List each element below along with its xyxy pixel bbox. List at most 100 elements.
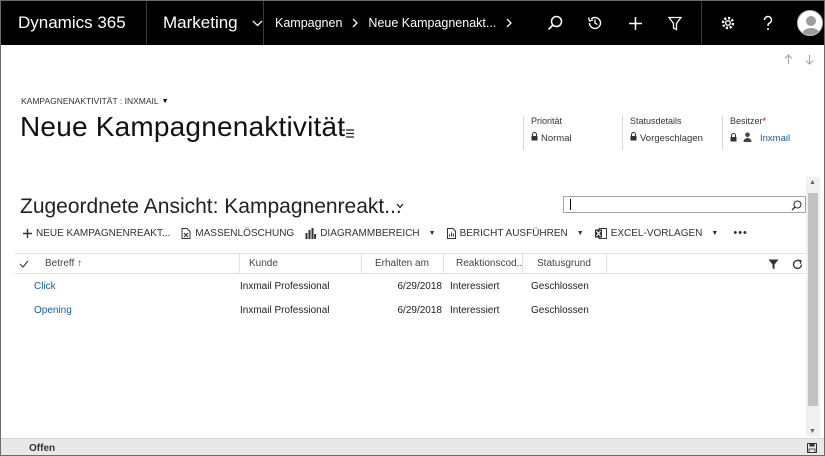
save-icon[interactable] (807, 443, 817, 455)
status-details-value: Vorgeschlagen (640, 132, 703, 144)
row-erhalten-am: 6/29/2018 (397, 304, 443, 316)
header-field-besitzer: Besitzer* Inxmail (722, 116, 802, 150)
command-label: BERICHT AUSFÜHREN (459, 227, 568, 239)
chevron-down-icon (252, 16, 263, 30)
module-switcher[interactable]: Marketing (147, 1, 264, 45)
breadcrumb: Kampagnen Neue Kampagnenakt... (264, 1, 535, 45)
scroll-up-icon[interactable]: ▲ (809, 179, 816, 186)
row-reaktionscode: Interessiert (450, 280, 500, 292)
refresh-icon[interactable] (792, 259, 803, 273)
filter-icon[interactable] (655, 1, 695, 45)
avatar[interactable] (788, 1, 824, 45)
field-label-row: Besitzer* (730, 116, 802, 126)
chevron-right-icon[interactable] (506, 16, 513, 31)
select-all-checkbox[interactable] (15, 253, 32, 274)
field-label: Priorität (531, 116, 563, 126)
row-statusgrund: Geschlossen (531, 304, 589, 316)
arrow-up-icon[interactable] (784, 53, 793, 68)
subgrid-view-title[interactable]: Zugeordnete Ansicht: Kampagnenreakt... (20, 195, 402, 219)
form-selector[interactable]: KAMPAGNENAKTIVITÄT : INXMAIL ▼ (21, 96, 169, 106)
command-label: DIAGRAMMBEREICH (320, 227, 420, 239)
chevron-right-icon (352, 16, 359, 31)
search-icon[interactable] (791, 198, 802, 216)
record-status: Offen (29, 442, 56, 454)
caret-down-icon: ▼ (428, 229, 436, 237)
nav-divider (701, 1, 702, 45)
table-row[interactable]: Click Inxmail Professional 6/29/2018 Int… (15, 274, 806, 298)
caret-down-icon: ▼ (576, 229, 584, 237)
field-value-row: Normal (531, 132, 613, 144)
chart-icon (305, 227, 317, 239)
top-nav-bar: Dynamics 365 Marketing Kampagnen Neue Ka… (1, 1, 824, 45)
chart-pane-button[interactable]: DIAGRAMMBEREICH ▼ (305, 227, 436, 239)
plus-icon[interactable] (615, 1, 655, 45)
form-selector-label: KAMPAGNENAKTIVITÄT : INXMAIL (21, 96, 159, 106)
subgrid-command-bar: NEUE KAMPAGNENREAKT... MASSENLÖSCHUNG DI… (23, 225, 759, 241)
row-erhalten-am: 6/29/2018 (397, 280, 443, 292)
view-selector-chevron-icon[interactable] (396, 200, 404, 212)
table-header-row: Betreff ↑ Kunde Erhalten am Reaktionscod… (15, 253, 806, 274)
breadcrumb-record[interactable]: Neue Kampagnenakt... (368, 16, 496, 30)
bulk-delete-icon (181, 227, 191, 239)
module-label: Marketing (163, 13, 238, 32)
row-kunde: Inxmail Professional (240, 304, 330, 316)
owner-link[interactable]: Inxmail (760, 133, 790, 144)
excel-icon (594, 227, 607, 239)
column-header-reaktionscode[interactable]: Reaktionscod... (444, 253, 523, 274)
lock-icon (630, 132, 637, 144)
plus-icon (23, 228, 32, 238)
lock-icon (531, 132, 538, 144)
page-title: Neue Kampagnenaktivität (20, 111, 346, 142)
title-menu-icon[interactable] (341, 125, 355, 143)
caret-down-icon: ▼ (161, 97, 169, 105)
subgrid-table: Betreff ↑ Kunde Erhalten am Reaktionscod… (15, 253, 806, 322)
breadcrumb-kampagnen[interactable]: Kampagnen (275, 16, 342, 30)
app-brand[interactable]: Dynamics 365 (1, 1, 147, 45)
arrow-down-icon[interactable] (805, 53, 814, 68)
lock-icon (730, 132, 737, 145)
header-field-prioritaet: Priorität Normal (523, 116, 613, 150)
run-report-button[interactable]: BERICHT AUSFÜHREN ▼ (446, 227, 584, 239)
row-reaktionscode: Interessiert (450, 304, 500, 316)
excel-templates-button[interactable]: EXCEL-VORLAGEN ▼ (594, 227, 719, 239)
field-label: Besitzer (730, 116, 763, 126)
report-icon (446, 227, 456, 239)
search-icon[interactable] (535, 1, 575, 45)
user-avatar-icon (797, 10, 823, 36)
command-label: EXCEL-VORLAGEN (610, 227, 703, 239)
column-header-kunde[interactable]: Kunde (240, 253, 362, 274)
status-footer: Offen (1, 438, 824, 455)
filter-icon[interactable] (768, 259, 779, 273)
caret-down-icon: ▼ (711, 229, 719, 237)
row-betreff-link[interactable]: Click (34, 281, 56, 292)
user-icon (743, 132, 752, 145)
more-commands-button[interactable]: ••• (733, 227, 748, 239)
record-navigation (784, 53, 814, 68)
scroll-down-icon[interactable]: ▼ (809, 428, 816, 435)
row-statusgrund: Geschlossen (531, 280, 589, 292)
more-icon: ••• (733, 227, 748, 239)
column-header-erhalten-am[interactable]: Erhalten am (362, 253, 444, 274)
table-row[interactable]: Opening Inxmail Professional 6/29/2018 I… (15, 298, 806, 322)
scrollbar-thumb[interactable] (808, 193, 818, 406)
field-value-row: Inxmail (730, 132, 802, 145)
field-label: Statusdetails (630, 116, 682, 126)
help-icon[interactable] (748, 1, 788, 45)
brand-label: Dynamics 365 (18, 13, 126, 32)
row-betreff-link[interactable]: Opening (34, 305, 72, 316)
recent-history-icon[interactable] (575, 1, 615, 45)
priority-value: Normal (541, 132, 572, 144)
row-kunde: Inxmail Professional (240, 280, 330, 292)
vertical-scrollbar[interactable]: ▲ ▼ (806, 177, 820, 437)
header-field-statusdetails: Statusdetails Vorgeschlagen (622, 116, 704, 150)
new-campaign-response-button[interactable]: NEUE KAMPAGNENREAKT... (23, 228, 170, 239)
field-value-row: Vorgeschlagen (630, 132, 704, 144)
command-label: NEUE KAMPAGNENREAKT... (36, 227, 171, 239)
column-header-statusgrund[interactable]: Statusgrund (523, 253, 607, 274)
command-label: MASSENLÖSCHUNG (195, 227, 295, 239)
gear-icon[interactable] (708, 1, 748, 45)
column-header-betreff[interactable]: Betreff ↑ (32, 253, 240, 274)
search-input[interactable] (563, 196, 806, 213)
nav-actions (535, 1, 824, 45)
bulk-delete-button[interactable]: MASSENLÖSCHUNG (181, 227, 295, 239)
